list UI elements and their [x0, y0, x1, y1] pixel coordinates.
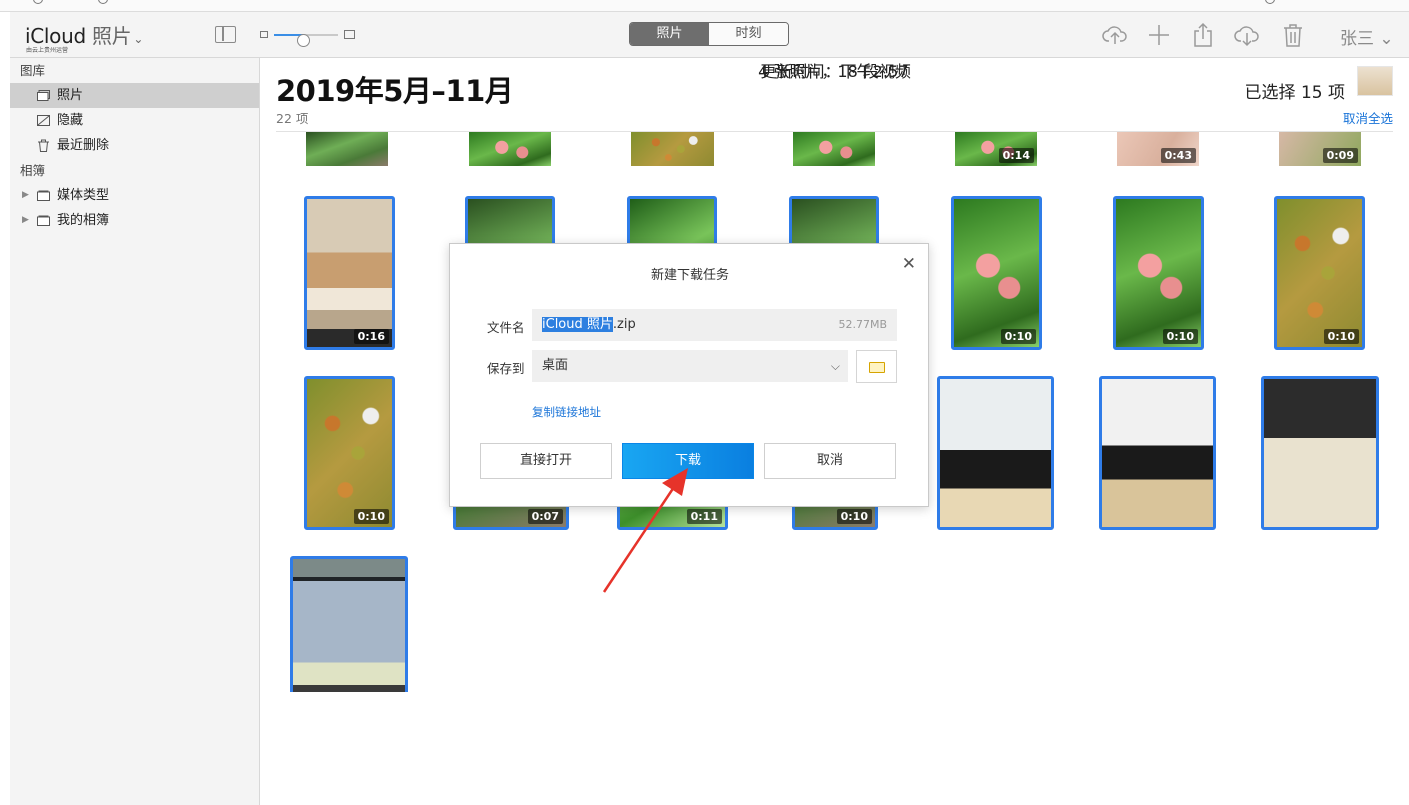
chevron-down-icon: ⌄ [1374, 29, 1394, 49]
segment-photos[interactable]: 照片 [630, 23, 709, 45]
video-duration: 0:10 [836, 509, 872, 524]
hidden-icon [37, 115, 50, 126]
sidebar-item-photos[interactable]: 照片 [10, 83, 259, 108]
copy-link-address[interactable]: 复制链接地址 [532, 404, 601, 420]
photo-thumbnail[interactable] [793, 132, 875, 166]
sidebar-item-label: 最近删除 [57, 138, 110, 153]
zoom-small-icon [260, 31, 268, 38]
sidebar-item-my-albums[interactable]: ▶ 我的相簿 [10, 208, 259, 233]
video-thumbnail[interactable]: 0:10 [304, 376, 395, 530]
user-menu[interactable]: 张三 ⌄ [1340, 24, 1394, 49]
sidebar-header-albums: 相簿 [20, 163, 46, 178]
browse-folder-button[interactable] [856, 350, 897, 383]
share-icon[interactable] [1190, 22, 1216, 48]
browser-tabbar [0, 0, 1409, 12]
video-duration: 0:10 [1162, 329, 1198, 344]
saveto-label: 保存到 [487, 361, 525, 376]
filename-extension: .zip [612, 317, 636, 332]
segment-moments[interactable]: 时刻 [709, 23, 788, 45]
folder-icon [869, 362, 885, 373]
zoom-knob[interactable] [296, 34, 310, 47]
user-name: 张三 [1340, 29, 1374, 49]
video-duration: 0:14 [998, 148, 1034, 163]
chevron-down-icon: ⌄ [133, 32, 144, 46]
photo-thumbnail[interactable] [631, 132, 714, 166]
photo-thumbnail[interactable] [937, 376, 1054, 530]
close-icon[interactable]: ✕ [902, 254, 916, 274]
upload-cloud-icon[interactable] [1102, 22, 1128, 48]
saveto-select[interactable]: 桌面 ⌵ [532, 350, 848, 382]
photo-thumbnail[interactable] [1261, 376, 1379, 530]
zoom-slider[interactable] [260, 28, 360, 47]
video-duration: 0:10 [1000, 329, 1036, 344]
download-cloud-icon[interactable] [1234, 22, 1260, 48]
folder-icon [37, 215, 50, 226]
video-duration: 0:10 [1323, 329, 1359, 344]
photo-thumbnail[interactable] [1099, 376, 1216, 530]
sidebar-item-label: 照片 [57, 88, 84, 103]
filename-label: 文件名 [487, 320, 525, 335]
photo-thumbnail[interactable] [306, 132, 388, 166]
video-duration: 0:43 [1160, 148, 1196, 163]
photos-icon [37, 90, 50, 101]
saveto-value: 桌面 [542, 358, 569, 373]
trash-icon[interactable] [1280, 22, 1306, 48]
trash-icon [38, 139, 49, 152]
last-updated: 更新时间：下午2:57 [760, 62, 909, 81]
video-thumbnail[interactable]: 0:09 [1279, 132, 1361, 166]
sidebar-header-library: 图库 [20, 63, 46, 78]
video-duration: 0:16 [353, 329, 389, 344]
sidebar-item-media-types[interactable]: ▶ 媒体类型 [10, 183, 259, 208]
photo-thumbnail[interactable] [469, 132, 551, 166]
video-thumbnail[interactable]: 0:10 [1113, 196, 1204, 350]
video-thumbnail[interactable]: 0:10 [1274, 196, 1365, 350]
download-dialog: 新建下载任务 ✕ 文件名 iCloud 照片.zip 52.77MB 保存到 桌… [449, 243, 929, 507]
zoom-track[interactable] [274, 34, 338, 47]
video-thumbnail[interactable]: 0:14 [955, 132, 1037, 166]
dialog-title: 新建下载任务 [650, 268, 729, 283]
file-size: 52.77MB [838, 318, 887, 331]
deselect-all-link[interactable]: 取消全选 [1343, 108, 1393, 127]
sidebar-item-label: 隐藏 [57, 113, 84, 128]
photo-thumbnail[interactable] [290, 556, 408, 692]
video-duration: 0:09 [1322, 148, 1358, 163]
view-segmented-control: 照片 时刻 [629, 22, 789, 46]
sidebar-item-label: 我的相簿 [57, 213, 110, 228]
video-thumbnail[interactable]: 0:43 [1117, 132, 1199, 166]
disclosure-triangle-icon[interactable]: ▶ [22, 183, 29, 208]
open-directly-button[interactable]: 直接打开 [480, 443, 612, 479]
folder-icon [37, 190, 50, 201]
filename-selected-text: iCloud 照片 [542, 317, 613, 332]
app-logo-menu[interactable]: iCloud 照片 ⌄ 由云上贵州运营 [25, 20, 144, 54]
sidebar-item-hidden[interactable]: 隐藏 [10, 108, 259, 133]
sidebar: 图库 照片 隐藏 最近删除 相簿 ▶ 媒体类型 ▶ 我的相簿 [10, 58, 260, 805]
sidebar-item-label: 媒体类型 [57, 188, 110, 203]
download-button[interactable]: 下载 [622, 443, 754, 479]
chevron-down-icon: ⌵ [830, 359, 840, 373]
app-toolbar: iCloud 照片 ⌄ 由云上贵州运营 照片 时刻 张三 ⌄ [10, 12, 1409, 58]
disclosure-triangle-icon[interactable]: ▶ [22, 208, 29, 233]
item-count: 22 项 [276, 111, 309, 126]
app-sub: 照片 [91, 24, 132, 48]
zoom-large-icon [344, 30, 355, 39]
cancel-button[interactable]: 取消 [764, 443, 896, 479]
plus-icon[interactable] [1146, 22, 1172, 48]
sidebar-item-recently-deleted[interactable]: 最近删除 [10, 133, 259, 158]
app-tagline: 由云上贵州运营 [26, 47, 69, 54]
video-thumbnail[interactable]: 0:10 [951, 196, 1042, 350]
video-thumbnail[interactable]: 0:16 [304, 196, 395, 350]
video-duration: 0:10 [353, 509, 389, 524]
video-duration: 0:11 [686, 509, 722, 524]
video-duration: 0:07 [527, 509, 563, 524]
sidebar-toggle-icon[interactable] [215, 26, 236, 43]
filename-field[interactable]: iCloud 照片.zip 52.77MB [532, 309, 897, 341]
